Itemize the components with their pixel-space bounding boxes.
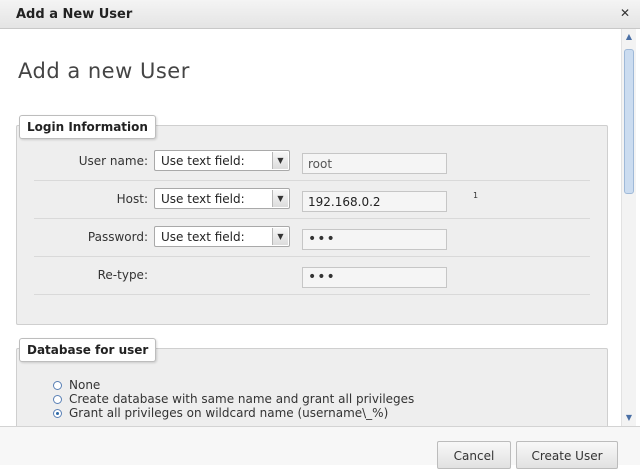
username-label: User name: (78, 154, 148, 168)
retype-label: Re-type: (97, 268, 148, 282)
close-icon[interactable]: ✕ (618, 6, 632, 20)
radio-button[interactable] (53, 381, 62, 390)
login-information-legend: Login Information (19, 115, 156, 139)
dialog-footer: Cancel Create User (0, 426, 640, 469)
page-title: Add a new User (18, 59, 190, 83)
login-information-fieldset: User name: Use text field: ▼ root Host: … (16, 125, 608, 325)
scroll-up-icon[interactable]: ▲ (624, 32, 634, 42)
dialog-titlebar: Add a New User ✕ (0, 0, 640, 29)
form-row-host: Host: Use text field: ▼ 192.168.0.2 1 (34, 181, 590, 219)
host-type-select[interactable]: Use text field: ▼ (154, 188, 290, 209)
scrollbar-thumb[interactable] (624, 49, 634, 194)
chevron-down-icon: ▼ (272, 228, 288, 245)
retype-password-input[interactable]: ••• (302, 267, 447, 288)
database-for-user-legend: Database for user (19, 338, 157, 362)
chevron-down-icon: ▼ (272, 190, 288, 207)
dialog-title: Add a New User (16, 7, 133, 22)
host-footnote-marker: 1 (473, 191, 479, 200)
scroll-down-icon[interactable]: ▼ (624, 413, 634, 423)
form-row-password: Password: Use text field: ▼ ••• (34, 219, 590, 257)
chevron-down-icon: ▼ (272, 152, 288, 169)
dialog-content: Add a new User User name: Use text field… (2, 29, 620, 426)
vertical-scrollbar[interactable]: ▲ ▼ (621, 29, 636, 426)
password-input[interactable]: ••• (302, 229, 447, 250)
host-input[interactable]: 192.168.0.2 (302, 191, 447, 212)
username-type-select[interactable]: Use text field: ▼ (154, 150, 290, 171)
password-label: Password: (87, 230, 148, 244)
radio-button[interactable] (53, 395, 62, 404)
form-row-username: User name: Use text field: ▼ root (34, 143, 590, 181)
form-row-retype: Re-type: ••• (34, 257, 590, 295)
radio-button-checked[interactable] (53, 409, 62, 418)
password-type-select[interactable]: Use text field: ▼ (154, 226, 290, 247)
username-input[interactable]: root (302, 153, 447, 174)
host-label: Host: (116, 192, 148, 206)
